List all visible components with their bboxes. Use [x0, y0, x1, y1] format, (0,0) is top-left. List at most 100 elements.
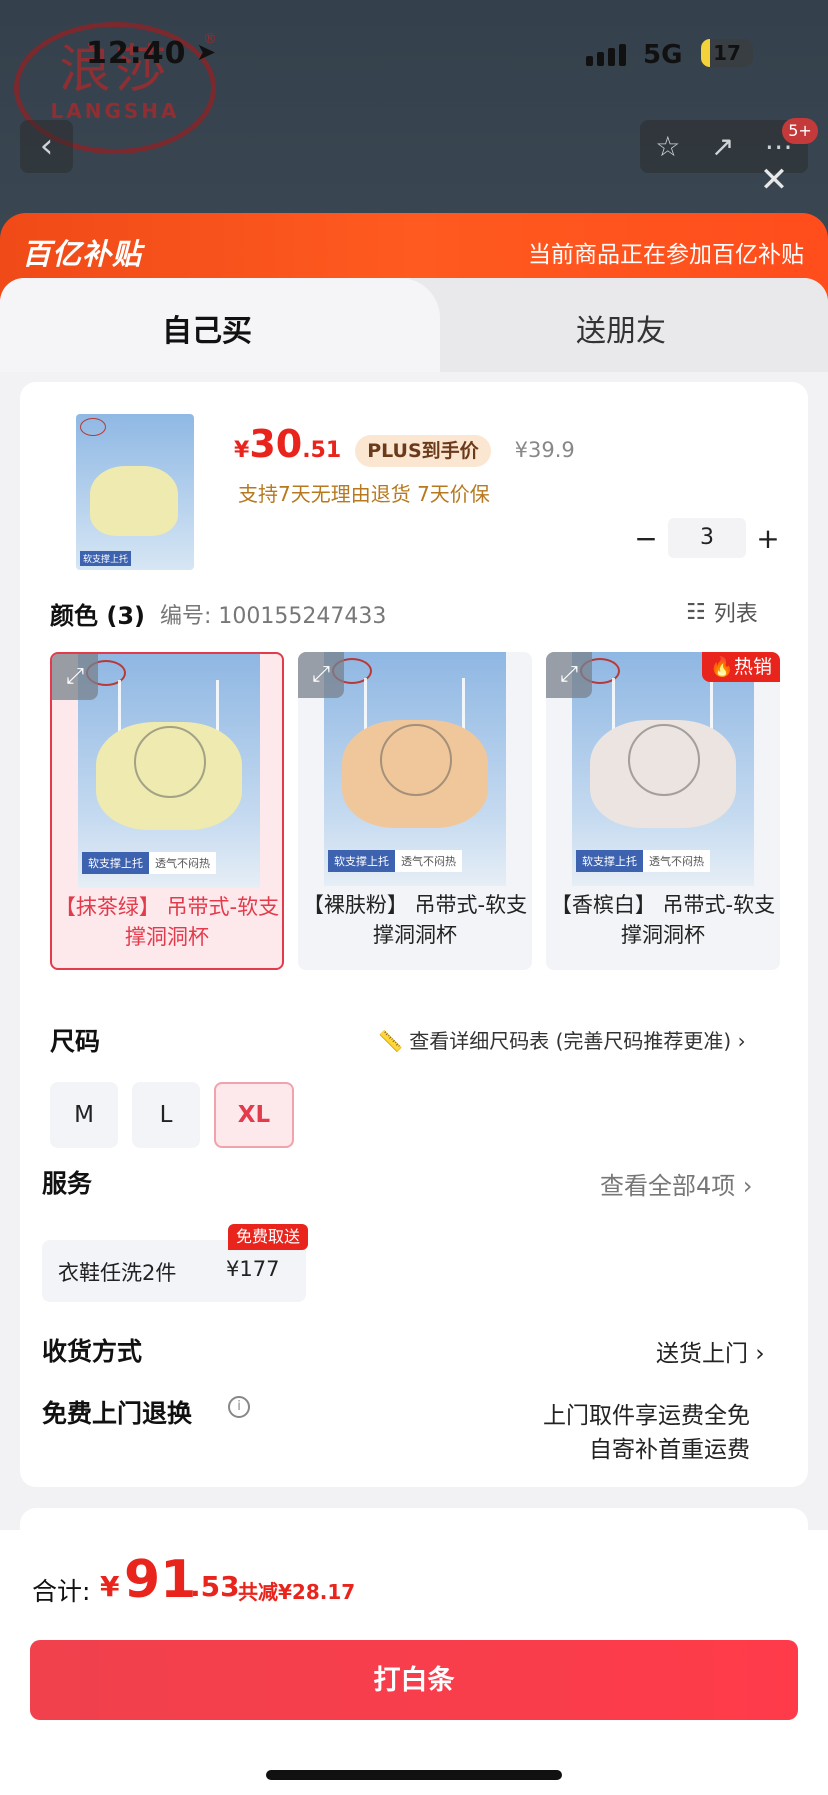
message-badge: 5+ [782, 118, 818, 144]
variant-image: 软支撑上托 透气不闷热 [78, 654, 260, 888]
plus-price-tag: PLUS到手价 [355, 435, 491, 467]
hot-sale-label: 热销 [733, 656, 772, 678]
variant-champagne-white[interactable]: 软支撑上托 透气不闷热 ⤢ 🔥热销 【香槟白】 吊带式-软支撑洞洞杯 [546, 652, 780, 970]
variant-image: 软支撑上托 透气不闷热 [324, 652, 506, 886]
share-icon[interactable]: ↗ [711, 130, 734, 163]
return-line-1: 上门取件享运费全免 [543, 1403, 750, 1429]
product-code: 编号: 100155247433 [160, 604, 387, 629]
return-line-2: 自寄补首重运费 [589, 1437, 750, 1463]
battery-icon: 17 [701, 39, 753, 67]
size-option-xl[interactable]: XL [214, 1082, 294, 1148]
watermark: DarrenLJ [340, 1198, 451, 1228]
location-arrow-icon: ➤ [196, 38, 217, 66]
subsidy-logo: 百亿补贴 [22, 237, 143, 271]
total-savings: 共减¥28.17 [238, 1580, 356, 1604]
guarantee-text: 支持7天无理由退货 7天价保 [238, 482, 490, 506]
original-price: ¥39.9 [514, 438, 575, 462]
sku-card: 软支撑上托 ¥ 30 .51 PLUS到手价 ¥39.9 支持7天无理由退货 7… [20, 382, 808, 1487]
thumb-tag: 软支撑上托 [80, 551, 132, 566]
variant-label: 【抹茶绿】 吊带式-软支撑洞洞杯 [54, 895, 280, 949]
thumb-logo [80, 418, 106, 436]
ruler-icon: 📏 [378, 1029, 403, 1053]
price-decimal: .51 [302, 438, 342, 463]
total-label: 合计: [32, 1577, 91, 1606]
chevron-right-icon: › [742, 1172, 753, 1200]
shipping-heading: 收货方式 [42, 1337, 143, 1366]
tag-support: 软支撑上托 [82, 852, 149, 874]
battery-level: 17 [713, 41, 741, 65]
size-guide-link[interactable]: 📏 查看详细尺码表 (完善尺码推荐更准) › [378, 1025, 746, 1054]
expand-icon[interactable]: ⤢ [52, 654, 98, 700]
variant-stamp [628, 724, 700, 796]
size-option-m[interactable]: M [50, 1082, 118, 1148]
free-return-heading: 免费上门退换 [42, 1399, 193, 1428]
expand-icon[interactable]: ⤢ [298, 652, 344, 698]
subsidy-note: 当前商品正在参加百亿补贴 [528, 242, 804, 268]
tag-breathable: 透气不闷热 [643, 850, 710, 872]
variant-image: 软支撑上托 透气不闷热 [572, 652, 754, 886]
size-heading: 尺码 [50, 1027, 101, 1056]
product-thumbnail[interactable]: 软支撑上托 [76, 414, 194, 570]
variant-stamp [380, 724, 452, 796]
tab-label: 送朋友 [576, 314, 666, 349]
tag-breathable: 透气不闷热 [149, 852, 216, 874]
shipping-method[interactable]: 送货上门 › [656, 1334, 765, 1368]
chevron-right-icon: › [737, 1029, 746, 1053]
signal-icon [586, 44, 626, 66]
total-integer: 91 [124, 1550, 197, 1610]
tag-support: 软支撑上托 [328, 850, 395, 872]
pay-with-baitiao-button[interactable]: 打白条 [30, 1640, 798, 1720]
decrease-button[interactable]: − [624, 522, 668, 555]
service-view-all-label: 查看全部4项 [600, 1172, 736, 1200]
list-toggle-label: 列表 [713, 602, 758, 627]
color-variants: 软支撑上托 透气不闷热 ⤢ 【抹茶绿】 吊带式-软支撑洞洞杯 软支撑上托 透气不… [50, 652, 780, 1228]
increase-button[interactable]: + [746, 522, 790, 555]
star-icon[interactable]: ☆ [655, 130, 680, 163]
variant-matcha-green[interactable]: 软支撑上托 透气不闷热 ⤢ 【抹茶绿】 吊带式-软支撑洞洞杯 [50, 652, 284, 970]
variant-label: 【裸肤粉】 吊带式-软支撑洞洞杯 [302, 893, 528, 947]
service-view-all[interactable]: 查看全部4项 › [600, 1166, 753, 1201]
checkout-footer: 合计: ¥ 91 .53 共减¥28.17 打白条 [0, 1530, 828, 1795]
list-view-toggle[interactable]: ☷ 列表 [686, 596, 758, 628]
tab-buy-self[interactable]: 自己买 [0, 278, 440, 372]
network-type: 5G [643, 40, 683, 70]
variant-tags: 软支撑上托 透气不闷热 [328, 850, 462, 872]
variant-tags: 软支撑上托 透气不闷热 [82, 852, 216, 874]
service-heading: 服务 [42, 1169, 93, 1198]
price-integer: 30 [249, 422, 303, 466]
thumb-product [90, 466, 178, 536]
color-heading: 颜色 (3) [50, 602, 145, 630]
service-price: ¥177 [226, 1257, 280, 1281]
close-icon[interactable]: ✕ [758, 163, 790, 197]
flame-icon: 🔥 [710, 656, 734, 678]
variant-stamp [134, 726, 206, 798]
background-page: 浪莎 LANGSHA ® 12:40 ➤ 5G 17 ‹ ☆ ↗ ⋯ 5+ ✕ [0, 0, 828, 240]
variant-label: 【香槟白】 吊带式-软支撑洞洞杯 [550, 893, 776, 947]
total-currency: ¥ [100, 1570, 120, 1603]
expand-icon[interactable]: ⤢ [546, 652, 592, 698]
quantity-value[interactable]: 3 [668, 518, 746, 558]
price-currency: ¥ [234, 438, 250, 463]
free-pickup-badge: 免费取送 [228, 1224, 309, 1250]
variant-tags: 软支撑上托 透气不闷热 [576, 850, 710, 872]
tab-label: 自己买 [162, 314, 252, 349]
back-button[interactable]: ‹ [20, 120, 73, 173]
size-option-l[interactable]: L [132, 1082, 200, 1148]
service-name: 衣鞋任洗2件 [58, 1261, 177, 1285]
chevron-right-icon: › [755, 1341, 765, 1367]
home-indicator[interactable] [266, 1770, 562, 1780]
purchase-tabs: 送朋友 自己买 [0, 278, 828, 372]
size-options: M L XL [50, 1082, 294, 1148]
hot-sale-badge: 🔥热销 [702, 652, 780, 682]
info-icon[interactable]: i [228, 1396, 250, 1418]
list-icon: ☷ [686, 599, 706, 625]
total-decimal: .53 [190, 1570, 240, 1603]
tag-breathable: 透气不闷热 [395, 850, 462, 872]
variant-nude-pink[interactable]: 软支撑上托 透气不闷热 ⤢ 【裸肤粉】 吊带式-软支撑洞洞杯 [298, 652, 532, 970]
tag-support: 软支撑上托 [576, 850, 643, 872]
quantity-stepper: − 3 + [624, 518, 790, 558]
shipping-method-label: 送货上门 [656, 1341, 748, 1367]
tab-gift-friend[interactable]: 送朋友 [410, 278, 828, 372]
status-time: 12:40 [86, 36, 187, 71]
size-guide-label: 查看详细尺码表 (完善尺码推荐更准) [409, 1029, 732, 1053]
